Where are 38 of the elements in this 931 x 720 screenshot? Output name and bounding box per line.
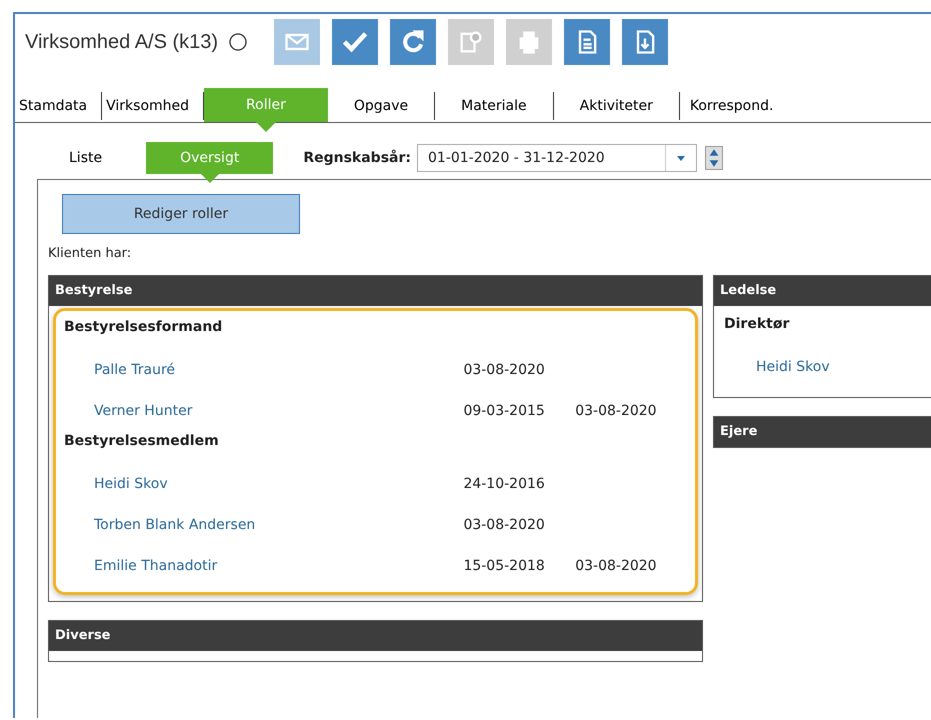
window-title: Virksomhed A/S (k13) — [25, 30, 218, 54]
tab-pointer-icon — [256, 122, 276, 132]
panel-header: Bestyrelse — [49, 276, 702, 306]
tab[interactable]: Aktiviteter — [554, 92, 680, 120]
role-heading: Bestyrelsesmedlem — [64, 432, 220, 451]
role-heading: Bestyrelsesformand — [64, 318, 224, 337]
panel-header: Ejere — [714, 417, 931, 447]
end-date: 03-08-2020 — [575, 402, 657, 418]
end-date: 03-08-2020 — [575, 558, 657, 574]
document-download-icon[interactable] — [622, 19, 668, 65]
start-date: 24-10-2016 — [463, 476, 545, 492]
document-icon[interactable] — [564, 19, 610, 65]
circle-icon[interactable] — [228, 32, 248, 52]
start-date: 15-05-2018 — [463, 558, 545, 574]
person-link[interactable]: Heidi Skov — [94, 476, 464, 492]
start-date: 03-08-2020 — [463, 362, 545, 378]
checkmark-icon[interactable] — [332, 19, 378, 65]
edit-roles-button[interactable]: Rediger roller — [62, 194, 300, 234]
spinner-control[interactable] — [705, 146, 723, 170]
person-link[interactable]: Palle Trauré — [94, 362, 464, 378]
start-date: 09-03-2015 — [463, 402, 545, 418]
tab[interactable]: Stamdata — [15, 92, 102, 120]
person-link[interactable]: Emilie Thanadotir — [94, 558, 464, 574]
intro-label: Klienten har: — [48, 246, 132, 261]
role-heading: Direktør — [724, 315, 790, 334]
tab[interactable]: Liste — [55, 142, 116, 174]
tab[interactable]: Materiale — [435, 92, 554, 120]
person-link[interactable]: Heidi Skov — [756, 358, 931, 374]
refresh-icon[interactable] — [390, 19, 436, 65]
panel-header: Diverse — [49, 621, 702, 651]
fiscal-year-dropdown[interactable]: 01-01-2020 - 31-12-2020 — [417, 144, 697, 172]
person-link[interactable]: Verner Hunter — [94, 402, 464, 418]
tab[interactable]: Korrespond. — [680, 92, 784, 120]
panel-header: Ledelse — [714, 276, 931, 306]
start-date: 03-08-2020 — [463, 516, 545, 532]
tab[interactable]: Opgave — [328, 92, 436, 120]
fiscal-year-label: Regnskabsår: — [303, 150, 411, 166]
person-link[interactable]: Torben Blank Andersen — [94, 516, 464, 532]
